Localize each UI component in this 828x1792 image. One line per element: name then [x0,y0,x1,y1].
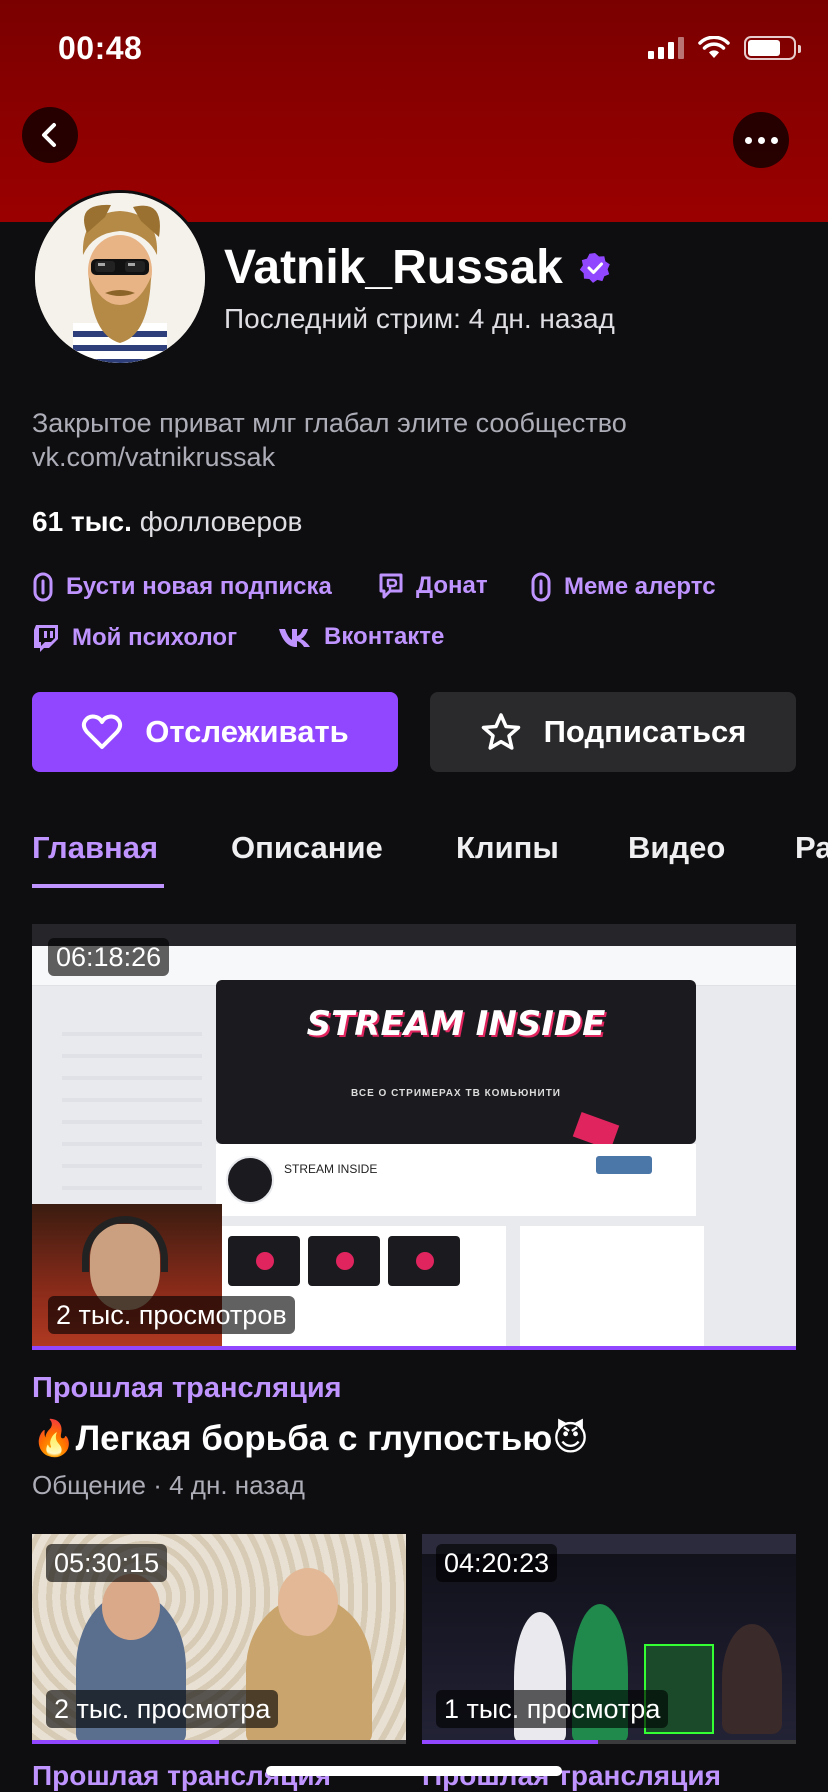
views-badge: 1 тыс. просмотра [436,1690,669,1728]
wifi-icon [698,36,730,58]
views-badge: 2 тыс. просмотров [48,1296,295,1334]
channel-name-text: Vatnik_Russak [224,241,563,294]
tab-about[interactable]: Описание [231,830,383,866]
video-title[interactable]: 🔥Легкая борьба с глупостью😈 [32,1418,589,1459]
thumbnail-page-name: STREAM INSIDE [284,1162,378,1176]
tab-clips[interactable]: Клипы [456,830,559,866]
link-icon [531,572,551,602]
channel-name: Vatnik_Russak [224,240,611,295]
last-stream-text: Последний стрим: 4 дн. назад [224,303,615,334]
vk-icon [279,629,310,647]
followers-number: 61 тыс. [32,506,132,537]
status-bar: 00:48 [0,0,828,100]
link-label: Бусти новая подписка [66,573,332,600]
thumbnail-card [308,1236,380,1286]
link-label: Мой психолог [72,624,238,651]
duration-badge: 05:30:15 [46,1544,168,1582]
link-icon [33,572,53,602]
thumbnail-person-head [278,1568,338,1636]
video-kind-label[interactable]: Прошлая трансляция [32,1760,331,1792]
channel-description: Закрытое приват млг глабал элите сообщес… [32,406,792,474]
link-boosty[interactable]: Бусти новая подписка [32,572,332,602]
avatar-illustration [35,193,205,363]
status-time: 00:48 [58,30,143,66]
more-options-button[interactable] [733,112,789,168]
watch-progress-bar [422,1740,598,1744]
video-kind-label[interactable]: Прошлая трансляция [422,1760,721,1792]
tab-videos[interactable]: Видео [628,830,725,866]
thumbnail-banner-title: STREAM INSIDE [306,1004,606,1044]
duration-badge: 04:20:23 [436,1544,558,1582]
channel-avatar[interactable] [32,190,208,366]
back-button[interactable] [22,107,78,163]
watch-progress-bar [32,1740,219,1744]
heart-icon [82,714,123,749]
video-thumbnail[interactable]: 05:30:15 2 тыс. просмотра [32,1534,406,1744]
active-tab-indicator [32,884,164,888]
thumbnail-logo [226,1156,274,1204]
watch-progress-bar [32,1346,796,1350]
video-thumbnail[interactable]: 04:20:23 1 тыс. просмотра [422,1534,796,1744]
tab-home[interactable]: Главная [32,830,158,866]
link-label: Вконтакте [324,623,445,650]
video-kind-label[interactable]: Прошлая трансляция [32,1372,342,1405]
more-icon [744,136,778,144]
battery-icon [744,36,801,60]
donation-icon [379,573,403,599]
subscribe-label: Подписаться [543,714,747,749]
verified-badge-icon [579,252,610,283]
link-psychologist[interactable]: Мой психолог [32,623,237,653]
link-label: Меме алертс [564,573,716,600]
follow-label: Отслеживать [145,714,349,749]
thumbnail-info-panel [520,1226,704,1350]
star-icon [481,713,520,750]
link-vkontakte[interactable]: Вконтакте [278,623,444,651]
status-icons [648,36,801,60]
thumbnail-person-head [102,1574,160,1640]
description-line: Закрытое приват млг глабал элите сообщес… [32,408,627,438]
featured-video-thumbnail[interactable]: STREAM INSIDE ВСЕ О СТРИМЕРАХ ТВ КОМЬЮНИ… [32,924,796,1350]
followers-label: фолловеров [139,506,303,537]
chevron-left-icon [42,123,56,147]
signal-icon [648,37,684,59]
thumbnail-card [388,1236,460,1286]
link-label: Донат [416,572,488,599]
description-link[interactable]: vk.com/vatnikrussak [32,440,792,474]
thumbnail-banner-subtitle: ВСЕ О СТРИМЕРАХ ТВ КОМЬЮНИТИ [351,1088,561,1099]
thumbnail-person [722,1624,782,1734]
follow-button[interactable]: Отслеживать [32,692,398,772]
duration-badge: 06:18:26 [48,938,170,976]
home-indicator [266,1766,562,1776]
thumbnail-banner: STREAM INSIDE ВСЕ О СТРИМЕРАХ ТВ КОМЬЮНИ… [216,980,696,1144]
thumbnail-banner-accent [572,1111,620,1144]
video-meta: Общение · 4 дн. назад [32,1470,305,1500]
followers-count: 61 тыс. фолловеров [32,506,302,538]
twitch-icon [34,625,58,652]
views-badge: 2 тыс. просмотра [46,1690,279,1728]
thumbnail-card [228,1236,300,1286]
thumbnail-button [596,1156,652,1174]
link-donate[interactable]: Донат [378,572,488,600]
tab-schedule[interactable]: Ра [795,830,828,866]
channel-tabs: Главная Описание Клипы Видео Ра [32,822,828,892]
thumbnail-profile-card [216,1144,696,1216]
subscribe-button[interactable]: Подписаться [430,692,796,772]
link-meme-alerts[interactable]: Меме алертс [530,572,716,602]
